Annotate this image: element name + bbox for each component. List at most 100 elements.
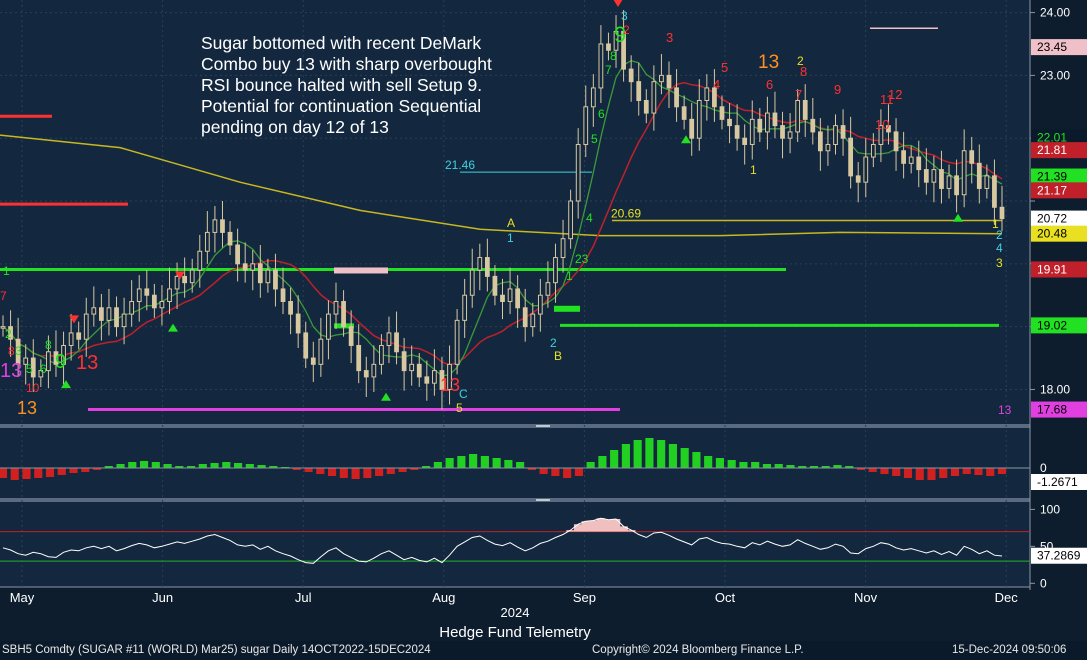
- candle-body: [992, 175, 997, 208]
- histogram-bar: [939, 468, 948, 478]
- candle-body: [129, 301, 135, 315]
- candle-body: [204, 231, 210, 252]
- histogram-bar: [34, 468, 43, 478]
- histogram-bar: [57, 468, 66, 475]
- demark-count: 7: [795, 87, 802, 102]
- histogram-bar: [375, 468, 384, 476]
- candle-body: [946, 175, 952, 189]
- candle-body: [939, 169, 944, 189]
- histogram-bar: [445, 458, 454, 468]
- histogram-bar: [762, 464, 772, 468]
- candle-body: [961, 150, 967, 196]
- demark-count: 3: [666, 30, 673, 45]
- candle-body: [303, 332, 309, 359]
- candle-body: [250, 263, 256, 271]
- chart-annotation: Sugar bottomed with recent DeMark Combo …: [201, 33, 531, 138]
- demark-count: 6: [766, 77, 773, 92]
- candle-body: [409, 363, 415, 372]
- candle-body: [901, 150, 906, 164]
- histogram-bar: [198, 464, 207, 468]
- histogram-bar: [0, 468, 8, 478]
- candle-body: [848, 137, 854, 177]
- level-label: 20.69: [611, 206, 641, 220]
- candle-body: [91, 307, 97, 315]
- timestamp-text: 15-Dec-2024 09:50:06: [952, 644, 1067, 656]
- candle-body: [424, 376, 430, 384]
- setup-count: 8: [45, 338, 52, 352]
- y-tick-label: 100: [1040, 502, 1060, 516]
- histogram-bar: [151, 462, 160, 468]
- panel-resize-handle[interactable]: [536, 425, 550, 427]
- candle-body: [167, 288, 172, 303]
- candle-body: [492, 275, 498, 296]
- candle-body: [583, 106, 589, 145]
- candle-body: [114, 307, 119, 328]
- candle-body: [99, 307, 104, 321]
- candle-body: [870, 143, 876, 158]
- candle-body: [462, 294, 468, 321]
- year-label: 2024: [501, 605, 530, 620]
- demark-count: 9: [834, 82, 841, 97]
- histogram-bar: [10, 468, 19, 480]
- panel-resize-handle[interactable]: [536, 499, 550, 501]
- candle-body: [530, 313, 536, 328]
- histogram-bar: [704, 456, 713, 468]
- candle-body: [931, 169, 937, 183]
- setup-count: 5: [26, 362, 33, 376]
- candle-body: [795, 100, 801, 133]
- setup-count: 1: [750, 163, 757, 177]
- histogram-bar: [128, 462, 137, 468]
- candle-body: [500, 294, 505, 303]
- demark-count: 13: [440, 375, 460, 395]
- candle-body: [908, 156, 914, 164]
- price-tag-label: 19.91: [1037, 262, 1067, 276]
- histogram-bar: [986, 468, 995, 476]
- histogram-bar: [621, 444, 630, 468]
- y-tick-label: 0: [1040, 461, 1047, 475]
- candle-body: [575, 143, 581, 202]
- candle-body: [356, 344, 362, 372]
- histogram-bar: [22, 468, 31, 479]
- histogram-bar: [692, 452, 701, 468]
- candle-body: [288, 301, 293, 315]
- demark-count: B: [554, 349, 562, 363]
- histogram-bar: [633, 440, 642, 468]
- histogram-bar: [610, 450, 619, 468]
- setup-count: 3: [621, 9, 628, 23]
- candle-body: [976, 162, 982, 189]
- x-tick-label: Sep: [573, 590, 596, 605]
- price-tag-label: 20.48: [1037, 227, 1067, 241]
- candle-body: [681, 106, 687, 120]
- histogram-bar: [492, 458, 501, 468]
- candle-body: [212, 219, 218, 233]
- histogram-bar: [222, 462, 231, 468]
- histogram-bar: [433, 462, 442, 468]
- candle-body: [553, 257, 558, 284]
- risk-level-marker: [334, 267, 388, 274]
- setup-count: 1: [3, 264, 10, 278]
- candle-body: [310, 357, 316, 365]
- y-tick-label: 23.00: [1040, 68, 1070, 82]
- candle-body: [136, 288, 142, 303]
- histogram-bar: [668, 444, 677, 468]
- histogram-bar: [751, 462, 760, 468]
- candle-body: [719, 106, 725, 120]
- histogram-bar: [727, 460, 736, 468]
- candle-body: [954, 175, 959, 196]
- price-tag-label: 21.39: [1037, 170, 1067, 184]
- demark-count: 13: [76, 352, 98, 374]
- candle-body: [568, 200, 573, 240]
- chart-window: { "annotation": { "lines": [ "Sugar bott…: [0, 0, 1087, 660]
- histogram-bar: [339, 468, 348, 478]
- price-tag-label: 37.2869: [1037, 549, 1081, 563]
- histogram-bar: [551, 468, 560, 476]
- histogram-bar: [927, 468, 936, 480]
- rsi-panel: [0, 502, 1030, 587]
- candle-body: [379, 344, 384, 365]
- annotation-line: Sugar bottomed with recent DeMark: [201, 33, 482, 53]
- demark-count: A: [507, 216, 515, 230]
- setup-count: 3: [996, 256, 1003, 270]
- y-tick-label: 18.00: [1040, 382, 1070, 396]
- candle-body: [273, 269, 278, 290]
- candle-body: [825, 143, 831, 152]
